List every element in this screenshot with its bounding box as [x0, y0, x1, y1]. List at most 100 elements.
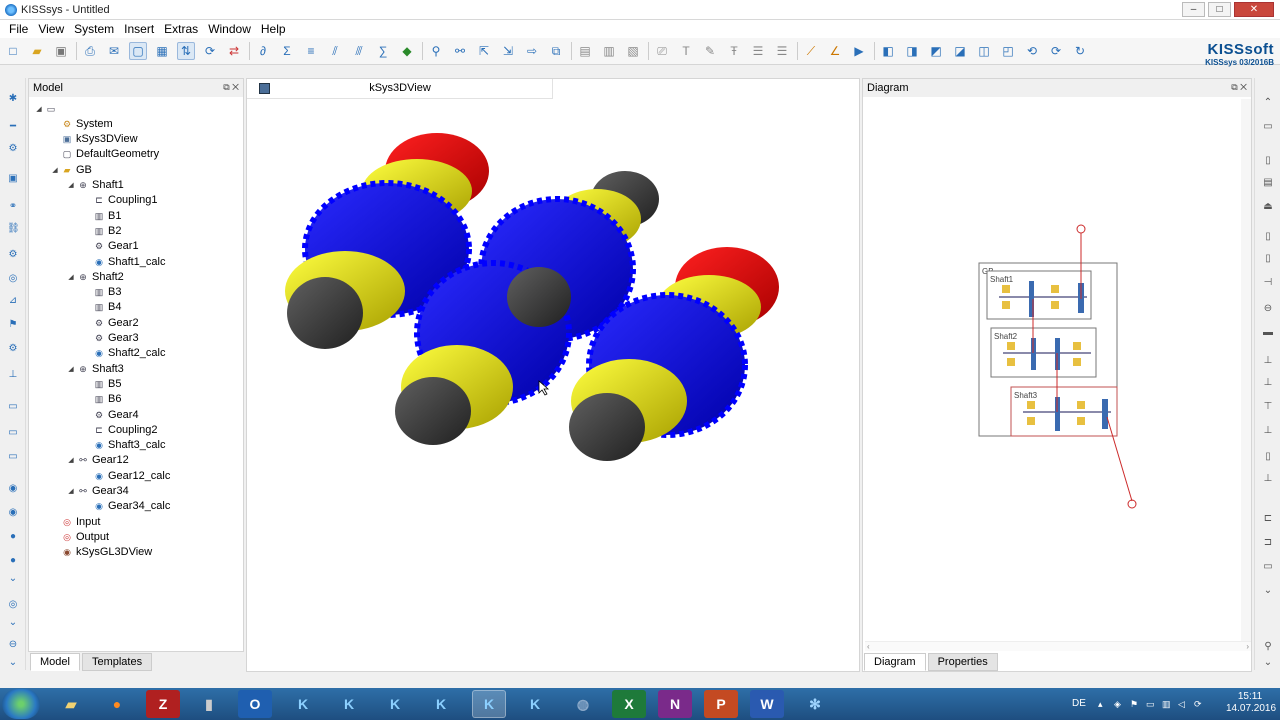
menu-view[interactable]: View: [33, 22, 69, 36]
outlook-icon[interactable]: O: [238, 690, 272, 718]
align-left-icon[interactable]: ☰: [749, 42, 767, 60]
expand-down-icon[interactable]: ⌄: [7, 574, 19, 584]
tab-properties[interactable]: Properties: [927, 653, 998, 671]
import-icon[interactable]: ⇲: [499, 42, 517, 60]
tree-item-b5[interactable]: ▥ B5: [83, 376, 122, 391]
menu-help[interactable]: Help: [256, 22, 291, 36]
tree-item-gear12[interactable]: ◢ ⚯ Gear12: [67, 453, 128, 468]
calc-function-icon[interactable]: ∂: [254, 42, 272, 60]
kisssoft-icon-3[interactable]: K: [378, 690, 412, 718]
open-folder-icon[interactable]: ▰: [28, 42, 46, 60]
language-indicator[interactable]: DE: [1072, 698, 1086, 709]
right-tool-10-icon[interactable]: ⊥: [1262, 356, 1274, 366]
transfer-icon[interactable]: ⇄: [225, 42, 243, 60]
kisssoft-icon-5[interactable]: K: [518, 690, 552, 718]
tree-item-shaft1[interactable]: ◢ ⊕ Shaft1: [67, 178, 124, 193]
up-arrow-icon[interactable]: ⌃: [1262, 98, 1274, 108]
link-icon[interactable]: ⚯: [451, 42, 469, 60]
target-tool-icon[interactable]: ◉: [7, 508, 19, 518]
planet-tool-icon[interactable]: ⚙: [7, 250, 19, 260]
pin-tool-icon[interactable]: ▭: [7, 452, 19, 462]
save-icon[interactable]: ▣: [52, 42, 70, 60]
list-sum-icon[interactable]: ≡: [302, 42, 320, 60]
tree-item-gear34[interactable]: ◢ ⚯ Gear34: [67, 484, 128, 499]
rotate-icon-2[interactable]: ⟳: [1047, 42, 1065, 60]
select-icon[interactable]: ▢: [129, 42, 147, 60]
align-icon[interactable]: ⇅: [177, 42, 195, 60]
tree-item-ksysgl3dview[interactable]: ◉ kSysGL3DView: [51, 545, 152, 560]
word-icon[interactable]: W: [750, 690, 784, 718]
tray-up-icon[interactable]: ▴: [1098, 699, 1108, 709]
gearbox-3d-model[interactable]: [247, 101, 859, 671]
tree-item-gear4[interactable]: ⚙ Gear4: [83, 407, 139, 422]
cube-icon-2[interactable]: ◨: [903, 42, 921, 60]
kisssys-taskbar-icon[interactable]: K: [472, 690, 506, 718]
cube-icon-6[interactable]: ◰: [999, 42, 1017, 60]
tray-flag-icon[interactable]: ⚑: [1130, 699, 1140, 709]
tree-item-ksys3dview[interactable]: ▣ kSys3DView: [51, 132, 138, 147]
maximize-button[interactable]: □: [1208, 2, 1231, 17]
align-right-icon[interactable]: ☰: [773, 42, 791, 60]
gear-tool-icon[interactable]: ⚙: [7, 144, 19, 154]
tree-item-system[interactable]: ⚙ System: [51, 116, 113, 131]
kisssoft-icon-4[interactable]: K: [424, 690, 458, 718]
tree-item-shaft2[interactable]: ◢ ⊕ Shaft2: [67, 269, 124, 284]
tab-model[interactable]: Model: [30, 653, 80, 671]
diagram-vscroll[interactable]: [1241, 99, 1251, 647]
refresh-icon[interactable]: ⟳: [201, 42, 219, 60]
tree-item-gb[interactable]: ◢ ▰ GB: [51, 162, 92, 177]
chain-tool-icon[interactable]: ⛓: [7, 224, 20, 234]
tree-item-gear34_calc[interactable]: ◉ Gear34_calc: [83, 499, 170, 514]
export-icon[interactable]: ⇱: [475, 42, 493, 60]
start-button[interactable]: [2, 689, 40, 719]
tree-item-root[interactable]: ◢ ▭: [35, 101, 60, 116]
tree-expander-icon[interactable]: ◢: [67, 181, 75, 189]
belt-tool-icon[interactable]: ◎: [7, 274, 19, 284]
output-node-icon[interactable]: [1127, 499, 1137, 509]
clock[interactable]: 15:11 14.07.2016: [1226, 691, 1276, 715]
tree-item-b1[interactable]: ▥ B1: [83, 208, 122, 223]
usb-icon[interactable]: ▮: [192, 690, 226, 718]
settings-tool-icon[interactable]: ◎: [7, 600, 19, 610]
tree-expander-icon[interactable]: ◢: [67, 365, 75, 373]
menu-system[interactable]: System: [69, 22, 119, 36]
tree-item-shaft3_calc[interactable]: ◉ Shaft3_calc: [83, 438, 165, 453]
menu-file[interactable]: File: [4, 22, 33, 36]
minimize-button[interactable]: –: [1182, 2, 1205, 17]
right-tool-9-icon[interactable]: ▬: [1262, 328, 1274, 338]
cube-icon-1[interactable]: ◧: [879, 42, 897, 60]
expand-down-icon-r[interactable]: ⌄: [1262, 586, 1274, 596]
explorer-icon[interactable]: ▰: [54, 690, 88, 718]
right-tool-12-icon[interactable]: ⊤: [1262, 402, 1274, 412]
cube-icon-5[interactable]: ◫: [975, 42, 993, 60]
filezilla-icon[interactable]: Z: [146, 690, 180, 718]
tree-item-gear2[interactable]: ⚙ Gear2: [83, 315, 139, 330]
tree-item-defaultgeometry[interactable]: ▢ DefaultGeometry: [51, 147, 159, 162]
cube-icon-4[interactable]: ◪: [951, 42, 969, 60]
grid-icon[interactable]: ▦: [153, 42, 171, 60]
tree-item-coupling1[interactable]: ⊏ Coupling1: [83, 193, 157, 208]
right-tool-2-icon[interactable]: ▯: [1262, 156, 1274, 166]
firefox-icon[interactable]: ●: [100, 690, 134, 718]
3d-view-tab[interactable]: kSys3DView: [247, 79, 553, 99]
right-tool-19-icon[interactable]: ⚲: [1262, 642, 1274, 652]
measure-icon[interactable]: ⟋: [802, 42, 820, 60]
extra-tool-icon[interactable]: ⊖: [7, 640, 19, 650]
fit-tool-icon[interactable]: ▭: [7, 428, 19, 438]
profile-tool-icon[interactable]: ⊿: [7, 296, 19, 306]
right-tool-8-icon[interactable]: ⊖: [1262, 304, 1274, 314]
tree-item-shaft3[interactable]: ◢ ⊕ Shaft3: [67, 361, 124, 376]
table-icon[interactable]: ▤: [576, 42, 594, 60]
play-icon[interactable]: ▶: [850, 42, 868, 60]
tray-volume-icon[interactable]: ◁: [1178, 699, 1188, 709]
cube-icon-3[interactable]: ◩: [927, 42, 945, 60]
bearing-tool-icon[interactable]: ▣: [7, 174, 19, 184]
tree-item-output[interactable]: ◎ Output: [51, 529, 109, 544]
menu-insert[interactable]: Insert: [119, 22, 159, 36]
rotate-icon-3[interactable]: ↻: [1071, 42, 1089, 60]
close-button[interactable]: ✕: [1234, 2, 1274, 17]
tree-expander-icon[interactable]: ◢: [67, 273, 75, 281]
tree-item-b4[interactable]: ▥ B4: [83, 300, 122, 315]
tree-expander-icon[interactable]: ◢: [67, 456, 75, 464]
snowflake-app-icon[interactable]: ✻: [798, 690, 832, 718]
